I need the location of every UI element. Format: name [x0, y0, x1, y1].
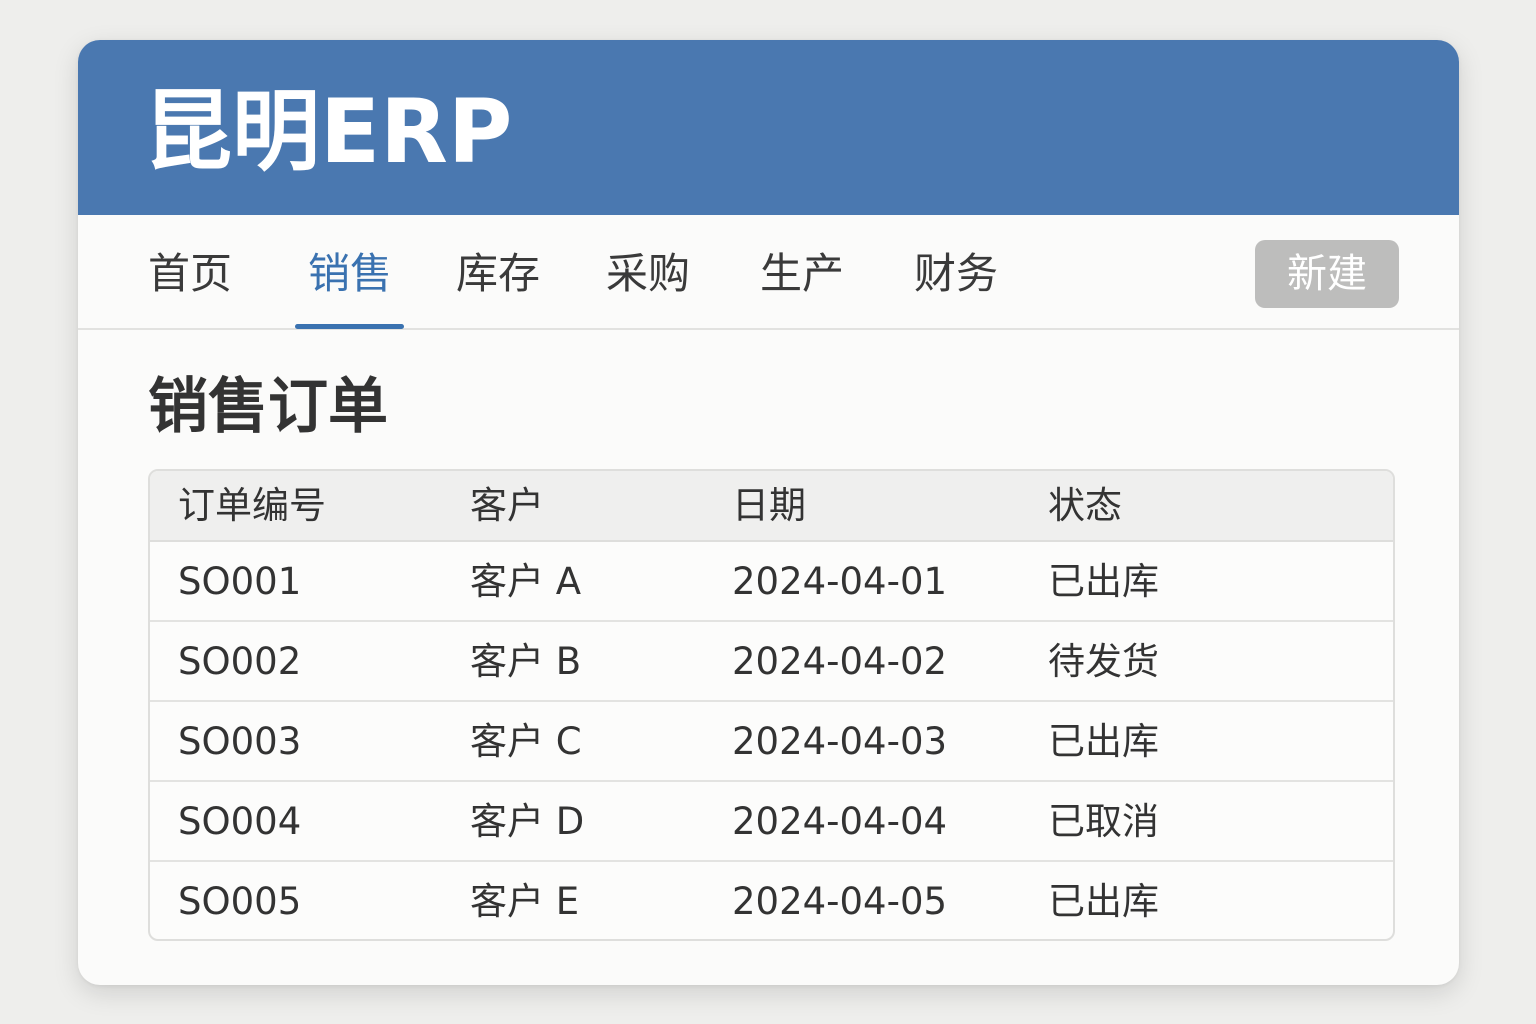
page-title: 销售订单 — [148, 372, 388, 442]
date-cell: 2024-04-04 — [732, 800, 948, 843]
status-cell: 已出库 — [1048, 720, 1159, 763]
order-number-cell: SO003 — [178, 720, 302, 763]
tab-inventory[interactable]: 库存 — [456, 215, 540, 328]
status-cell: 已出库 — [1048, 560, 1159, 603]
app-window: 昆明ERP 首页 销售 库存 采购 生产 财务 新建 销售订单 订单编号 客户 … — [78, 40, 1459, 985]
app-header: 昆明ERP — [78, 40, 1459, 215]
column-header-status: 状态 — [1048, 484, 1122, 527]
tab-sales[interactable]: 销售 — [308, 215, 392, 328]
order-number-cell: SO002 — [178, 640, 302, 683]
order-number-cell: SO004 — [178, 800, 302, 843]
customer-cell: 客户 A — [470, 560, 582, 603]
date-cell: 2024-04-01 — [732, 560, 948, 603]
date-cell: 2024-04-02 — [732, 640, 948, 683]
date-cell: 2024-04-03 — [732, 720, 948, 763]
order-number-cell: SO001 — [178, 560, 302, 603]
order-number-cell: SO005 — [178, 880, 302, 923]
sales-orders-table: 订单编号 客户 日期 状态 SO001 客户 A 2024-04-01 已出库 … — [148, 469, 1395, 941]
status-cell: 已取消 — [1048, 800, 1159, 843]
customer-cell: 客户 B — [470, 640, 582, 683]
column-header-order-number: 订单编号 — [178, 484, 326, 527]
date-cell: 2024-04-05 — [732, 880, 948, 923]
table-row[interactable]: SO002 客户 B 2024-04-02 待发货 — [150, 622, 1393, 702]
customer-cell: 客户 C — [470, 720, 582, 763]
tab-finance[interactable]: 财务 — [914, 215, 998, 328]
column-header-customer: 客户 — [470, 484, 544, 527]
customer-cell: 客户 D — [470, 800, 585, 843]
active-tab-indicator — [295, 324, 404, 329]
tab-home[interactable]: 首页 — [148, 215, 232, 328]
table-header: 订单编号 客户 日期 状态 — [150, 471, 1393, 542]
table-row[interactable]: SO005 客户 E 2024-04-05 已出库 — [150, 862, 1393, 939]
table-row[interactable]: SO001 客户 A 2024-04-01 已出库 — [150, 542, 1393, 622]
tab-production[interactable]: 生产 — [760, 215, 844, 328]
new-button[interactable]: 新建 — [1255, 240, 1399, 308]
table-row[interactable]: SO003 客户 C 2024-04-03 已出库 — [150, 702, 1393, 782]
customer-cell: 客户 E — [470, 880, 580, 923]
status-cell: 已出库 — [1048, 880, 1159, 923]
tab-purchasing[interactable]: 采购 — [606, 215, 690, 328]
status-cell: 待发货 — [1048, 640, 1159, 683]
column-header-date: 日期 — [732, 484, 806, 527]
table-row[interactable]: SO004 客户 D 2024-04-04 已取消 — [150, 782, 1393, 862]
app-title: 昆明ERP — [144, 80, 513, 183]
nav-bar: 首页 销售 库存 采购 生产 财务 新建 — [78, 215, 1459, 330]
